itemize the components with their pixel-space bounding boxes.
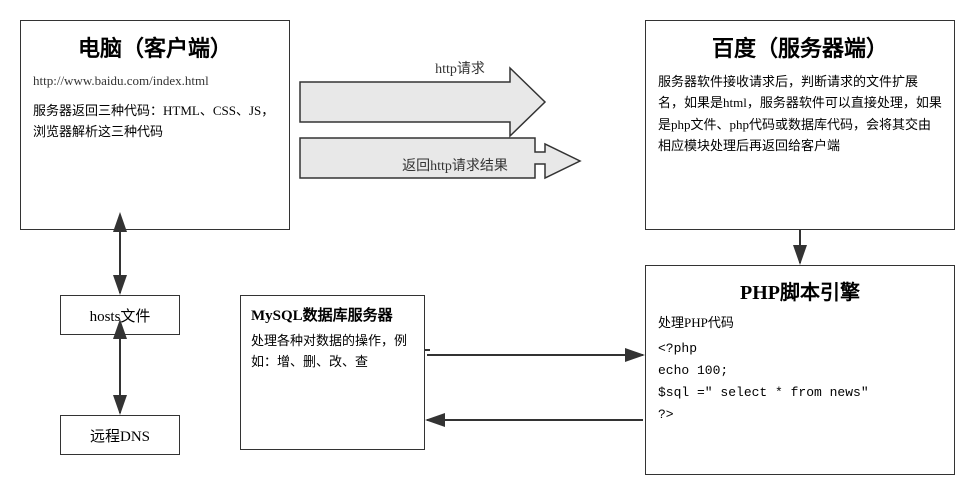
php-code-line2: echo 100; [658, 360, 942, 382]
http-response-label: 返回http请求结果 [355, 155, 555, 175]
php-title: PHP脚本引擎 [658, 276, 942, 305]
dns-box: 远程DNS [60, 415, 180, 455]
hosts-label: hosts文件 [90, 305, 151, 326]
server-desc: 服务器软件接收请求后，判断请求的文件扩展名，如果是html，服务器软件可以直接处… [658, 71, 942, 157]
hosts-box: hosts文件 [60, 295, 180, 335]
http-request-label: http请求 [380, 58, 540, 78]
mysql-box: MySQL数据库服务器 处理各种对数据的操作，例如：增、删、改、查 [240, 295, 425, 450]
client-title: 电脑（客户端） [33, 31, 277, 63]
php-code-line3: $sql =" select * from news" [658, 382, 942, 404]
php-code-line4: ?> [658, 404, 942, 426]
server-box: 百度（服务器端） 服务器软件接收请求后，判断请求的文件扩展名，如果是html，服… [645, 20, 955, 230]
diagram: 电脑（客户端） http://www.baidu.com/index.html … [0, 0, 975, 500]
mysql-desc: 处理各种对数据的操作，例如：增、删、改、查 [251, 331, 414, 373]
php-code: <?php echo 100; $sql =" select * from ne… [658, 338, 942, 426]
client-box: 电脑（客户端） http://www.baidu.com/index.html … [20, 20, 290, 230]
php-code-line1: <?php [658, 338, 942, 360]
php-desc: 处理PHP代码 [658, 313, 942, 334]
client-url: http://www.baidu.com/index.html [33, 73, 277, 89]
server-title: 百度（服务器端） [658, 31, 942, 63]
php-box: PHP脚本引擎 处理PHP代码 <?php echo 100; $sql =" … [645, 265, 955, 475]
http-request-arrow [300, 68, 545, 136]
mysql-title: MySQL数据库服务器 [251, 304, 414, 325]
client-desc: 服务器返回三种代码：HTML、CSS、JS，浏览器解析这三种代码 [33, 101, 277, 143]
dns-label: 远程DNS [90, 425, 150, 446]
